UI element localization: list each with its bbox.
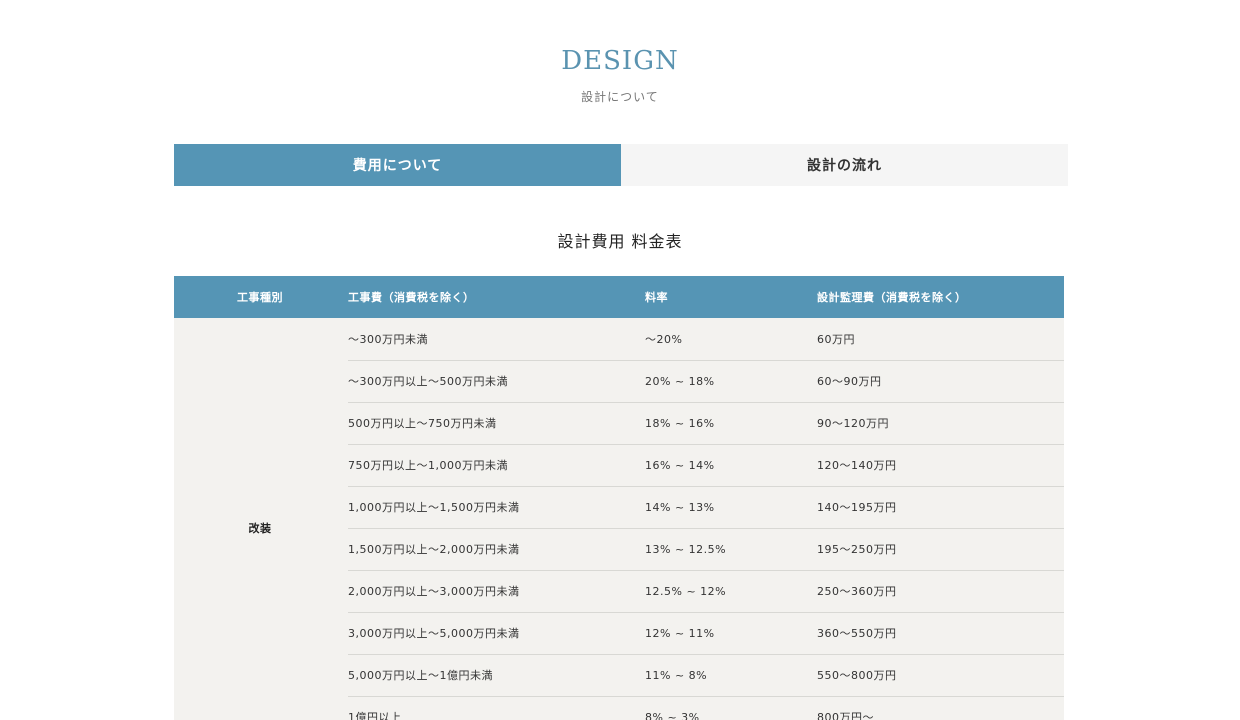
fee-cell: 60万円 — [817, 318, 1064, 360]
cost-cell: 3,000万円以上〜5,000万円未満 — [348, 611, 645, 654]
rate-cell: 13% ~ 12.5% — [645, 527, 817, 570]
fee-cell: 800万円〜 — [817, 695, 1064, 720]
tab-bar: 費用について 設計の流れ — [174, 144, 1068, 186]
rate-cell: 〜20% — [645, 318, 817, 360]
fee-cell: 550〜800万円 — [817, 653, 1064, 696]
fee-cell: 250〜360万円 — [817, 569, 1064, 612]
page-subtitle: 設計について — [581, 90, 659, 104]
header-design-fee: 設計監理費（消費税を除く） — [817, 291, 967, 304]
fee-cell: 140〜195万円 — [817, 485, 1064, 528]
rate-cell: 14% ~ 13% — [645, 485, 817, 528]
header-construction-cost: 工事費（消費税を除く） — [348, 291, 475, 304]
table-header-row: 工事種別 工事費（消費税を除く） 料率 設計監理費（消費税を除く） — [174, 276, 1064, 318]
cost-cell: 500万円以上〜750万円未満 — [348, 401, 645, 444]
cost-cell: 2,000万円以上〜3,000万円未満 — [348, 569, 645, 612]
rate-cell: 12% ~ 11% — [645, 611, 817, 654]
fee-cell: 120〜140万円 — [817, 443, 1064, 486]
fee-cell: 360〜550万円 — [817, 611, 1064, 654]
cost-cell: 5,000万円以上〜1億円未満 — [348, 653, 645, 696]
tab-design-flow[interactable]: 設計の流れ — [621, 144, 1068, 186]
fee-table: 工事種別 工事費（消費税を除く） 料率 設計監理費（消費税を除く） 改装 〜30… — [174, 276, 1064, 720]
rate-cell: 12.5% ~ 12% — [645, 569, 817, 612]
page-heading: DESIGN 設計について — [0, 44, 1240, 105]
section-title: 設計費用 料金表 — [557, 232, 683, 251]
cost-cell: 〜300万円以上〜500万円未満 — [348, 359, 645, 402]
cost-cell: 1億円以上 — [348, 695, 645, 720]
fee-cell: 90〜120万円 — [817, 401, 1064, 444]
tab-fees[interactable]: 費用について — [174, 144, 621, 186]
cost-cell: 1,500万円以上〜2,000万円未満 — [348, 527, 645, 570]
rate-cell: 16% ~ 14% — [645, 443, 817, 486]
rate-cell: 18% ~ 16% — [645, 401, 817, 444]
rate-cell: 20% ~ 18% — [645, 359, 817, 402]
fee-cell: 195〜250万円 — [817, 527, 1064, 570]
cost-cell: 〜300万円未満 — [348, 318, 645, 360]
fee-cell: 60〜90万円 — [817, 359, 1064, 402]
rate-cell: 11% ~ 8% — [645, 653, 817, 696]
cost-cell: 1,000万円以上〜1,500万円未満 — [348, 485, 645, 528]
header-rate: 料率 — [645, 291, 668, 304]
work-type-cell: 改装 — [174, 318, 348, 720]
cost-cell: 750万円以上〜1,000万円未満 — [348, 443, 645, 486]
page-title: DESIGN — [561, 46, 679, 76]
table-row: 改装 〜300万円未満 〜20% 60万円 — [174, 318, 1064, 720]
rate-cell: 8% ~ 3% — [645, 695, 817, 720]
header-work-type: 工事種別 — [237, 291, 283, 304]
